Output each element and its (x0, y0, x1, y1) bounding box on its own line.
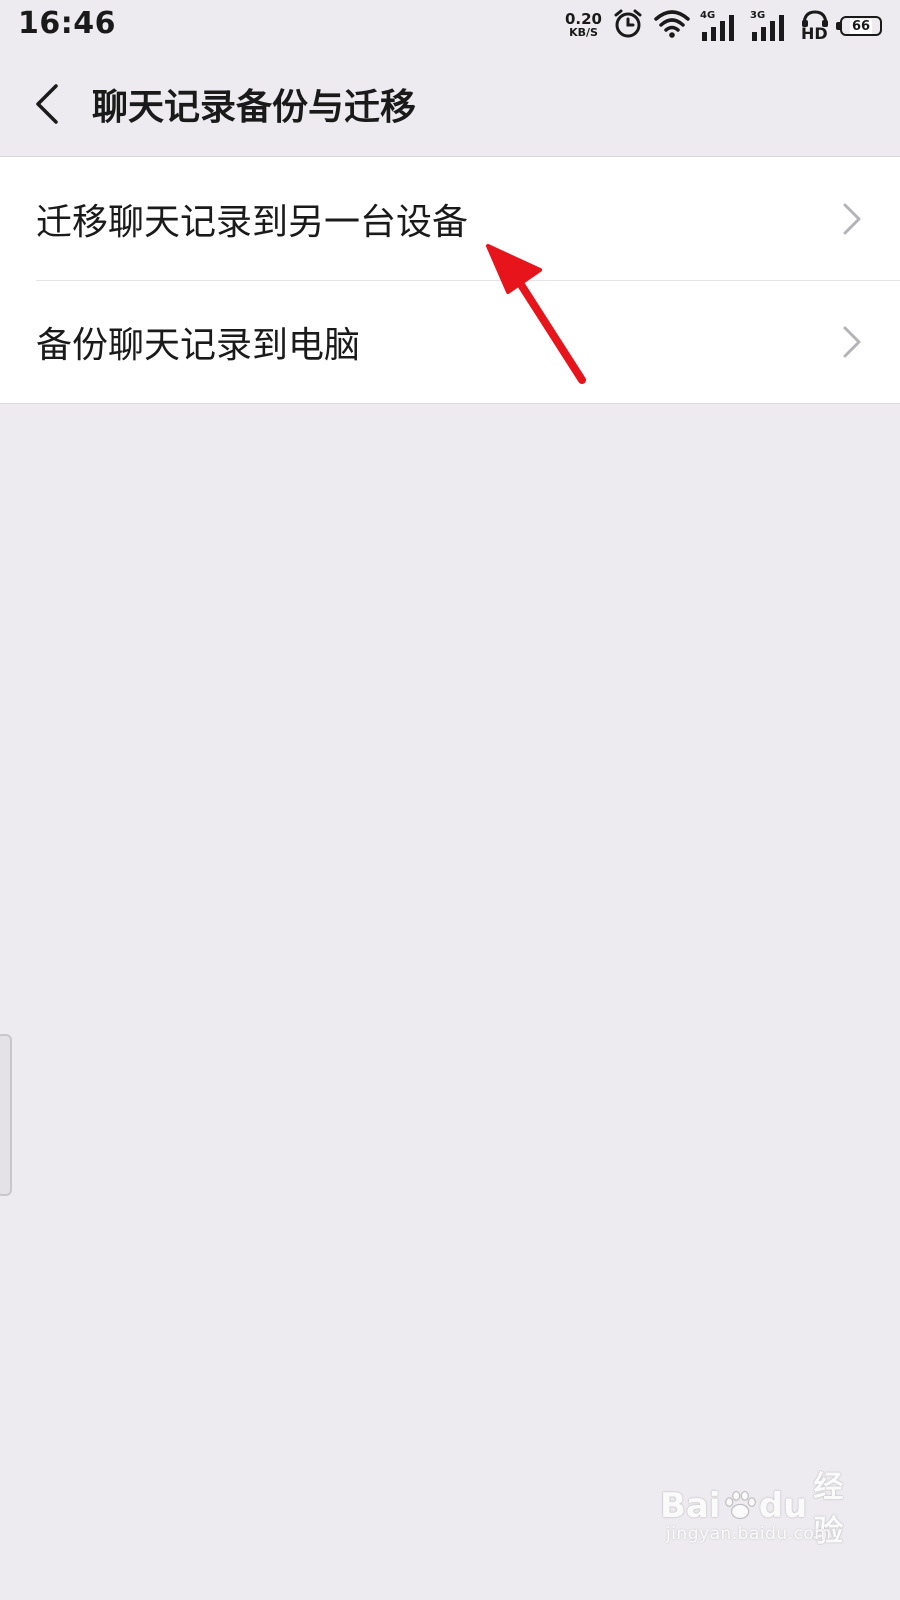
menu-item-migrate-to-device[interactable]: 迁移聊天记录到另一台设备 (0, 157, 900, 280)
battery-level: 66 (849, 18, 873, 34)
watermark-brand-right: du (758, 1486, 808, 1526)
menu-item-label: 迁移聊天记录到另一台设备 (36, 201, 469, 243)
red-arrow-icon (486, 244, 586, 384)
network-speed: 0.20 KB/S (564, 10, 602, 40)
battery-icon: 66 (836, 16, 882, 36)
chevron-right-icon (843, 326, 861, 357)
back-button[interactable] (22, 74, 72, 134)
signal-icon: 4G (700, 10, 740, 42)
paw-icon (724, 1491, 756, 1520)
network-speed-unit: KB/S (569, 26, 598, 39)
status-icons: 0.20 KB/S 4G 3G HD 66 (565, 8, 882, 44)
status-time: 16:46 (18, 6, 116, 41)
watermark-brand-left: Bai (660, 1486, 721, 1526)
baidu-watermark: Bai du 经验 jingyan.baidu.com (660, 1454, 860, 1564)
signal-icon: 3G (750, 10, 790, 42)
menu-item-backup-to-pc[interactable]: 备份聊天记录到电脑 (0, 280, 900, 403)
hd-call-icon: HD (800, 9, 830, 43)
page-title: 聊天记录备份与迁移 (92, 87, 417, 128)
edge-handle[interactable] (0, 1034, 12, 1196)
menu-item-label: 备份聊天记录到电脑 (36, 324, 361, 366)
chevron-left-icon (36, 84, 58, 124)
header: 聊天记录备份与迁移 (0, 52, 900, 157)
status-bar: 16:46 0.20 KB/S 4G 3G HD 66 (0, 0, 900, 52)
menu-list: 迁移聊天记录到另一台设备 备份聊天记录到电脑 (0, 157, 900, 404)
network-speed-value: 0.20 (564, 10, 602, 28)
alarm-icon (612, 8, 644, 44)
watermark-url: jingyan.baidu.com (666, 1524, 832, 1544)
hd-label: HD (801, 24, 828, 43)
chevron-right-icon (843, 203, 861, 234)
wifi-icon (654, 9, 690, 43)
